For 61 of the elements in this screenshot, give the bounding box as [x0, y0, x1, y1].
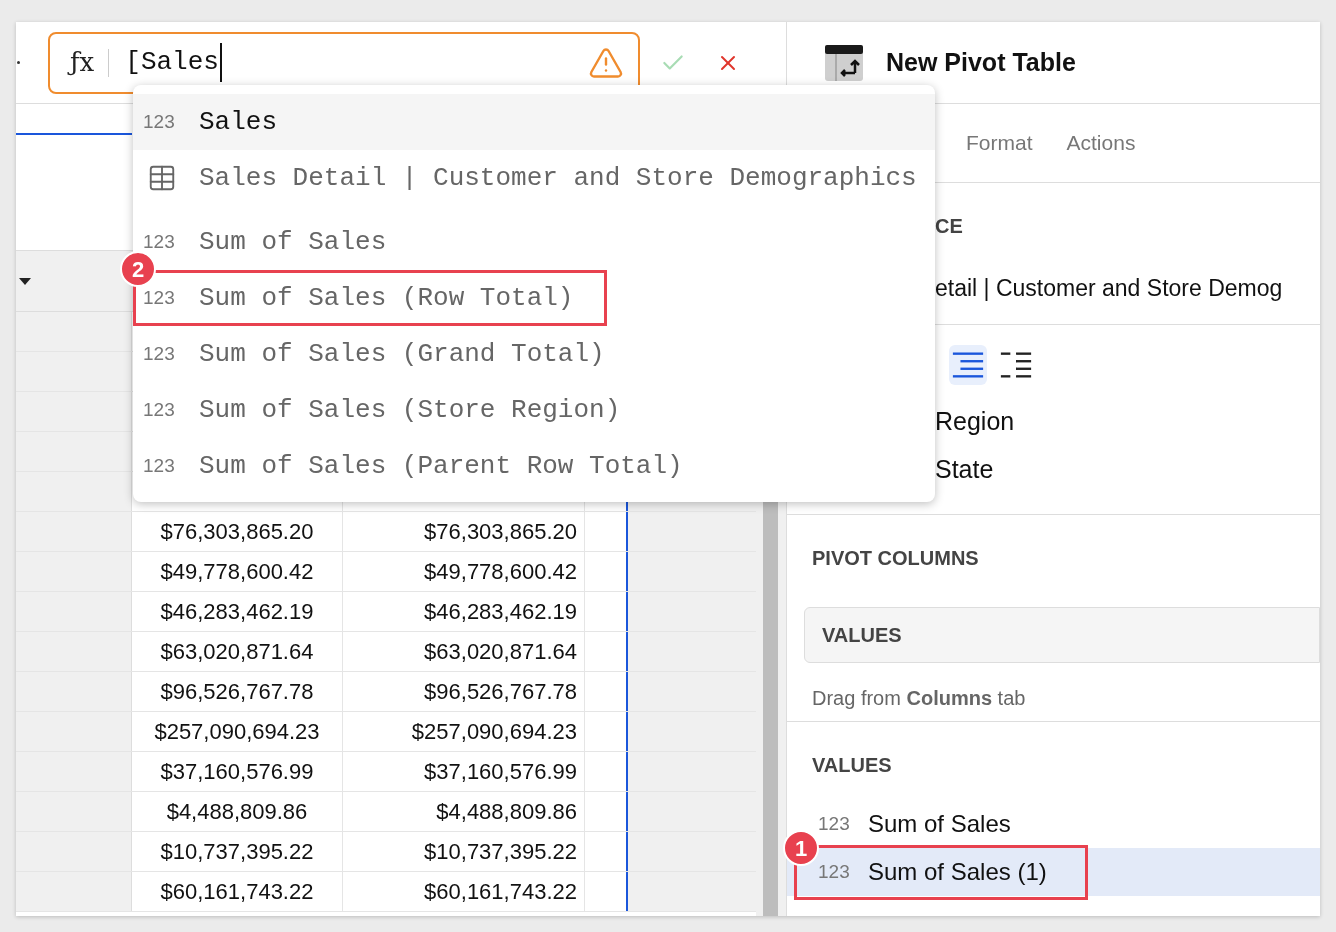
panel-tab[interactable]: Format	[966, 127, 1033, 159]
table-cell: $49,778,600.42	[132, 552, 343, 591]
type-label: 123	[143, 285, 176, 310]
drop-zone[interactable]: VALUES	[804, 607, 1320, 663]
type-label: 123	[143, 229, 176, 254]
section-heading: VALUES	[812, 753, 893, 778]
table-cell: $46,283,462.19	[132, 592, 343, 631]
drop-hint: Drag from Columns tab	[812, 686, 1027, 711]
suggestion-item[interactable]: 123 Sum of Sales (Grand Total)	[133, 326, 935, 382]
suggestion-item[interactable]: Sales Detail | Customer and Store Demographics	[133, 150, 935, 206]
value-label: Sum of Sales (1)	[868, 857, 1047, 887]
panel-title: New Pivot Table	[886, 46, 1076, 78]
table-cell: $63,020,871.64	[132, 632, 343, 671]
type-label: 123	[143, 109, 176, 134]
table-cell: $37,160,576.99	[132, 752, 343, 791]
table-cell: $76,303,865.20	[343, 512, 585, 551]
table-cell: $60,161,743.22	[132, 872, 343, 911]
type-label: 123	[818, 859, 851, 884]
table-icon	[147, 163, 177, 193]
suggestion-label: Sum of Sales (Parent Row Total)	[199, 449, 683, 483]
table-cell: $96,526,767.78	[343, 672, 585, 711]
row-field[interactable]: Region	[935, 403, 1320, 441]
suggestion-label: Sum of Sales (Row Total)	[199, 281, 574, 315]
table-cell: $257,090,694.23	[132, 712, 343, 751]
formula-text: [Sales	[125, 43, 222, 82]
suggestion-item[interactable]: 123 Sales	[133, 94, 935, 150]
table-cell: $60,161,743.22	[343, 872, 585, 911]
type-label: 123	[818, 811, 851, 836]
table-cell: $46,283,462.19	[343, 592, 585, 631]
drop-zone-label: VALUES	[822, 623, 902, 648]
table-cell: $4,488,809.86	[132, 792, 343, 831]
section-heading: CE	[935, 214, 964, 239]
table-cell: $63,020,871.64	[343, 632, 585, 671]
type-label: 123	[143, 341, 176, 366]
suggestion-item[interactable]: 123 Sum of Sales (Store Region)	[133, 382, 935, 438]
table-cell: $4,488,809.86	[343, 792, 585, 831]
table-cell: $49,778,600.42	[343, 552, 585, 591]
callout-badge: 2	[120, 251, 156, 287]
scrollbar-thumb[interactable]	[763, 500, 778, 916]
suggestion-label: Sum of Sales	[199, 225, 387, 259]
table-cell: $10,737,395.22	[132, 832, 343, 871]
table-cell: $96,526,767.78	[132, 672, 343, 711]
value-label: Sum of Sales	[868, 809, 1011, 839]
suggestion-label: Sum of Sales (Store Region)	[199, 393, 621, 427]
panel-tab[interactable]: Actions	[1066, 127, 1136, 159]
suggestion-label: Sales Detail | Customer and Store Demographics	[199, 161, 917, 195]
table-cell: $76,303,865.20	[132, 512, 343, 551]
type-label: 123	[143, 453, 176, 478]
layout-toggle[interactable]	[949, 345, 987, 385]
section-heading: PIVOT COLUMNS	[812, 546, 980, 571]
table-cell: $37,160,576.99	[343, 752, 585, 791]
suggestion-label: Sales	[199, 105, 277, 139]
table-cell: $10,737,395.22	[343, 832, 585, 871]
pivot-table-icon	[825, 44, 863, 81]
type-label: 123	[143, 397, 176, 422]
caret-icon[interactable]	[19, 277, 31, 285]
row-field[interactable]: State	[935, 450, 1320, 488]
suggestion-item[interactable]: 123 Sum of Sales (Parent Row Total)	[133, 438, 935, 494]
suggestion-label: Sum of Sales (Grand Total)	[199, 337, 605, 371]
table-cell: $257,090,694.23	[343, 712, 585, 751]
source-name: etail | Customer and Store Demog	[935, 274, 1284, 303]
